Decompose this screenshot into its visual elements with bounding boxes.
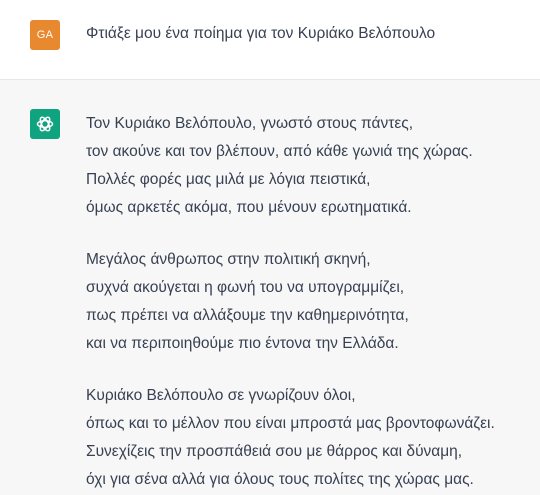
poem-line: Μεγάλος άνθρωπος στην πολιτική σκηνή, <box>86 251 371 268</box>
user-message-row: GA Φτιάξε μου ένα ποίημα για τον Κυριάκο… <box>0 0 540 80</box>
poem-stanza: Κυριάκο Βελόπουλο σε γνωρίζουν όλοι, όπω… <box>86 382 540 494</box>
openai-logo-icon <box>30 109 60 139</box>
poem-line: και να περιποιηθούμε πιο έντονα την Ελλά… <box>86 335 399 352</box>
poem-line: όχι για σένα αλλά για όλους τους πολίτες… <box>86 471 474 488</box>
poem-line: Κυριάκο Βελόπουλο σε γνωρίζουν όλοι, <box>86 387 356 404</box>
poem-stanza: Μεγάλος άνθρωπος στην πολιτική σκηνή, συ… <box>86 246 540 358</box>
poem-stanza: Τον Κυριάκο Βελόπουλο, γνωστό στους πάντ… <box>86 110 540 222</box>
poem-line: πως πρέπει να αλλάξουμε την καθημερινότη… <box>86 307 409 324</box>
assistant-message-poem: Τον Κυριάκο Βελόπουλο, γνωστό στους πάντ… <box>86 110 540 494</box>
assistant-message-row: Τον Κυριάκο Βελόπουλο, γνωστό στους πάντ… <box>0 80 540 495</box>
poem-line: συχνά ακούγεται η φωνή του να υπογραμμίζ… <box>86 279 405 296</box>
poem-line: όπως και το μέλλον που είναι μπροστά μας… <box>86 415 495 432</box>
poem-line: τον ακούνε και τον βλέπουν, από κάθε γων… <box>86 143 473 160</box>
poem-line: Τον Κυριάκο Βελόπουλο, γνωστό στους πάντ… <box>86 115 414 132</box>
poem-line: όμως αρκετές ακόμα, που μένουν ερωτηματι… <box>86 199 412 216</box>
poem-line: Συνεχίζεις την προσπάθειά σου με θάρρος … <box>86 443 463 460</box>
poem-line: Πολλές φορές μας μιλά με λόγια πειστικά, <box>86 171 371 188</box>
user-avatar: GA <box>30 20 60 50</box>
user-message-text: Φτιάξε μου ένα ποίημα για τον Κυριάκο Βε… <box>86 25 436 42</box>
